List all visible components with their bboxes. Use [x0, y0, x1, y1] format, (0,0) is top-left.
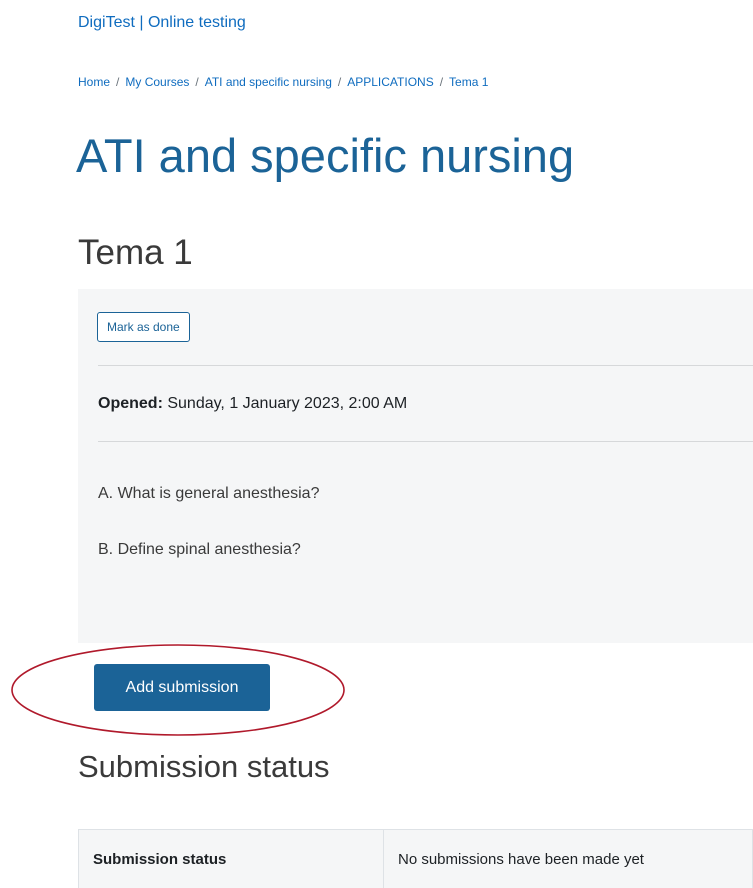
breadcrumb: Home / My Courses / ATI and specific nursing…	[78, 75, 488, 89]
breadcrumb-item-course[interactable]: ATI and specific nursing	[205, 75, 332, 89]
activity-title: Tema 1	[78, 233, 193, 272]
page: DigiTest | Online testing Home / My Course…	[0, 0, 753, 888]
breadcrumb-separator: /	[337, 75, 342, 89]
submission-status-table: Submission status No submissions have be…	[78, 829, 753, 888]
submission-status-value: No submissions have been made yet	[383, 829, 753, 888]
breadcrumb-item-section[interactable]: APPLICATIONS	[347, 75, 433, 89]
course-title: ATI and specific nursing	[76, 129, 575, 182]
breadcrumb-item-home[interactable]: Home	[78, 75, 110, 89]
question-item: B. Define spinal anesthesia?	[98, 541, 301, 558]
activity-info-panel: Mark as done Opened: Sunday, 1 January 2…	[78, 289, 753, 643]
table-row: Submission status No submissions have be…	[78, 829, 753, 888]
opened-label: Opened:	[98, 395, 163, 412]
breadcrumb-item-my-courses[interactable]: My Courses	[125, 75, 189, 89]
breadcrumb-separator: /	[195, 75, 199, 89]
submission-status-heading: Submission status	[78, 749, 330, 784]
submission-status-label: Submission status	[78, 829, 384, 888]
divider	[98, 365, 753, 366]
breadcrumb-item-activity[interactable]: Tema 1	[449, 75, 488, 89]
add-submission-button[interactable]: Add submission	[94, 664, 270, 711]
site-name-link[interactable]: DigiTest | Online testing	[78, 14, 246, 32]
question-item: A. What is general anesthesia?	[98, 485, 320, 502]
mark-as-done-button[interactable]: Mark as done	[97, 312, 190, 342]
opened-value: Sunday, 1 January 2023, 2:00 AM	[167, 395, 408, 412]
opened-date: Opened: Sunday, 1 January 2023, 2:00 AM	[98, 395, 407, 413]
breadcrumb-separator: /	[116, 75, 120, 89]
divider	[98, 441, 753, 442]
breadcrumb-separator: /	[439, 75, 444, 89]
